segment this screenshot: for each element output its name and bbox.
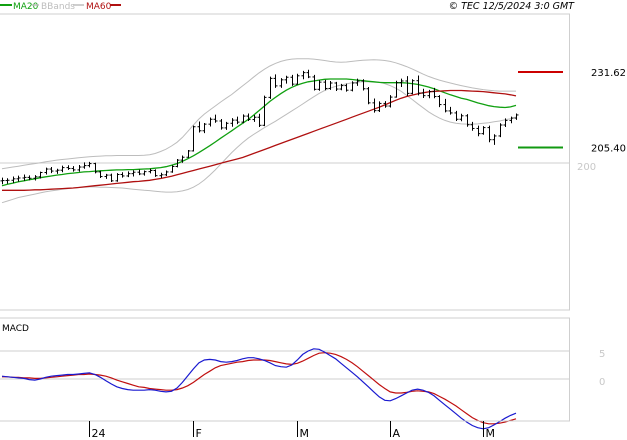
moving-averages	[1, 78, 517, 191]
ohlc-bar	[476, 125, 481, 137]
ohlc-bar	[498, 123, 503, 138]
ohlc-bars	[0, 69, 519, 185]
ohlc-bar	[448, 106, 453, 115]
chart-canvas: MA20 BBands MA60 © TEC 12/5/2024 3:0 GMT…	[0, 1, 626, 440]
ohlc-bar	[487, 125, 492, 143]
ohlc-bar	[410, 79, 415, 95]
ohlc-bar	[284, 75, 289, 84]
chart-header: MA20 BBands MA60 © TEC 12/5/2024 3:0 GMT	[0, 1, 575, 12]
ohlc-bar	[268, 76, 273, 99]
ohlc-bar	[366, 87, 371, 105]
ohlc-bar	[235, 116, 240, 125]
ohlc-bar	[153, 169, 158, 177]
ohlc-bar	[257, 113, 262, 128]
copyright-timestamp: © TEC 12/5/2024 3:0 GMT	[449, 1, 576, 12]
ohlc-bar	[170, 165, 175, 173]
macd-y-tick-label: 0	[599, 377, 605, 388]
signal-line	[2, 352, 517, 425]
ohlc-bar	[421, 88, 426, 98]
ohlc-bar	[202, 122, 207, 134]
x-tick-label: A	[393, 427, 401, 440]
ohlc-bar	[98, 170, 103, 178]
ma60-line	[2, 89, 517, 191]
support-label: 205.40	[591, 143, 626, 154]
ohlc-bar	[328, 80, 333, 90]
x-tick-label: 24	[92, 427, 106, 440]
ohlc-bar	[5, 178, 10, 184]
ohlc-bar	[323, 79, 328, 91]
ma60-legend-label: MA60	[86, 2, 112, 12]
ohlc-bar	[509, 116, 514, 124]
ohlc-bar	[514, 113, 519, 120]
ohlc-bar	[465, 114, 470, 127]
resistance-label: 231.62	[591, 68, 626, 79]
ohlc-bar	[437, 95, 442, 108]
ohlc-bar	[230, 118, 235, 127]
ohlc-bar	[142, 170, 147, 176]
ohlc-bar	[427, 89, 432, 99]
ohlc-bar	[120, 172, 125, 178]
ohlc-bar	[481, 126, 486, 135]
ohlc-bar	[459, 113, 464, 122]
ohlc-bar	[137, 169, 142, 176]
ohlc-bar	[224, 121, 229, 130]
ohlc-bar	[191, 125, 196, 152]
ohlc-bar	[295, 73, 300, 85]
ohlc-bar	[492, 134, 497, 145]
macd-line	[1, 348, 517, 430]
ohlc-bar	[60, 165, 65, 173]
ohlc-bar	[372, 98, 377, 113]
ohlc-bar	[126, 171, 131, 178]
macd-panel: MACD 5 0	[0, 317, 605, 430]
ma20-legend-label: MA20	[13, 2, 39, 12]
ohlc-bar	[262, 95, 267, 127]
ohlc-bar	[44, 167, 49, 175]
ohlc-bar	[443, 98, 448, 113]
macd-panel-title: MACD	[2, 324, 29, 334]
ohlc-bar	[55, 168, 60, 174]
bbands-legend-label: BBands	[41, 2, 75, 12]
ohlc-bar	[115, 173, 120, 182]
ohlc-bar	[109, 173, 114, 182]
ohlc-bar	[219, 118, 224, 130]
bollinger-bands	[1, 58, 517, 204]
ohlc-bar	[470, 121, 475, 131]
ohlc-bar	[312, 74, 317, 91]
ohlc-bar	[306, 69, 311, 79]
x-tick-label: F	[196, 427, 202, 440]
ohlc-bar	[186, 150, 191, 158]
price-panel: 200 231.62 205.40	[0, 13, 626, 311]
ohlc-bar	[301, 70, 306, 80]
ohlc-bar	[405, 76, 410, 96]
ohlc-bar	[159, 172, 164, 178]
time-axis: 24 F M A M	[0, 420, 570, 440]
ohlc-bar	[208, 117, 213, 127]
x-tick-label: M	[486, 427, 496, 440]
ohlc-bar	[273, 74, 278, 88]
ohlc-bar	[0, 177, 5, 185]
price-y-tick-label: 200	[577, 162, 596, 173]
ohlc-bar	[279, 78, 284, 88]
ohlc-bar	[197, 121, 202, 133]
ohlc-bar	[49, 167, 54, 174]
ohlc-bar	[71, 166, 76, 172]
reference-lines: 231.62 205.40	[518, 68, 626, 154]
ohlc-bar	[131, 170, 136, 177]
ohlc-bar	[104, 173, 109, 179]
ohlc-bar	[213, 114, 218, 123]
ohlc-bar	[77, 165, 82, 172]
ohlc-bar	[290, 74, 295, 86]
ohlc-bar	[344, 83, 349, 92]
ohlc-bar	[317, 80, 322, 91]
ohlc-bar	[66, 165, 71, 170]
ohlc-bar	[164, 170, 169, 176]
bband-lower-line	[1, 81, 517, 204]
x-tick-label: M	[300, 427, 310, 440]
ohlc-bar	[454, 110, 459, 121]
macd-y-tick-label: 5	[599, 349, 605, 360]
macd-lines	[1, 348, 517, 430]
